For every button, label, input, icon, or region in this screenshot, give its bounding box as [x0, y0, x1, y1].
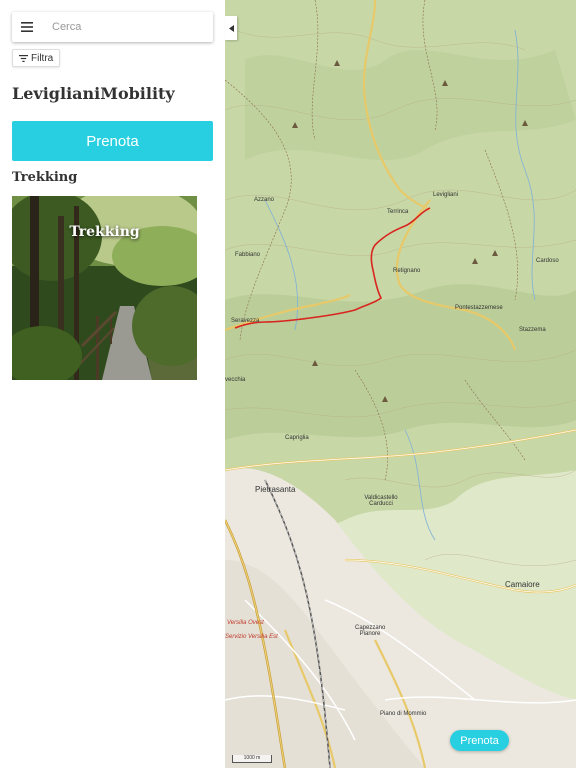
- place-capezzano: Capezzano Pianore: [355, 625, 386, 637]
- place-terrinca: Terrinca: [387, 209, 409, 215]
- place-versilia-est: Servizio Versilia Est: [225, 634, 278, 640]
- place-valdicastello: Valdicastello Carducci: [364, 495, 398, 507]
- book-button[interactable]: Prenota: [12, 121, 213, 161]
- place-piano-di-mommio: Piano di Mommio: [380, 711, 427, 717]
- caret-left-icon: [228, 24, 234, 32]
- place-fabbiano: Fabbiano: [235, 252, 261, 258]
- card-title: Trekking: [69, 224, 140, 240]
- search-input[interactable]: [50, 20, 204, 34]
- menu-button[interactable]: [12, 12, 42, 42]
- place-levigliani: Levigliani: [433, 192, 459, 198]
- map-view[interactable]: Levigliani Terrinca Azzano Fabbiano Reti…: [225, 0, 576, 768]
- search-bar: [12, 12, 213, 42]
- hamburger-icon: [21, 22, 33, 32]
- place-capriglia: Capriglia: [285, 435, 309, 441]
- map-scale: 1000 m: [232, 755, 272, 763]
- place-versilia-ovest: Versilia Ovest: [227, 620, 264, 626]
- collapse-sidebar-button[interactable]: [225, 16, 237, 40]
- place-retignano: Retignano: [393, 268, 421, 274]
- place-camaiore: Camaiore: [505, 580, 540, 589]
- place-pietrasanta: Pietrasanta: [255, 485, 296, 494]
- place-cardoso: Cardoso: [536, 258, 559, 264]
- map-tiles: [225, 0, 576, 768]
- book-fab-button[interactable]: Prenota: [450, 730, 509, 751]
- brand-title: LeviglianiMobility: [12, 84, 175, 103]
- section-title: Trekking: [12, 170, 78, 185]
- filter-button[interactable]: Filtra: [12, 49, 61, 67]
- place-stazzema: Stazzema: [519, 327, 546, 333]
- place-azzano: Azzano: [254, 197, 275, 203]
- sidebar: Filtra LeviglianiMobility Prenota Trekki…: [0, 0, 225, 768]
- filter-label: Filtra: [31, 52, 54, 64]
- place-pontestazzemese: Pontestazzemese: [455, 305, 503, 311]
- place-vecchia: vecchia: [225, 377, 246, 383]
- place-seravezza: Seravezza: [231, 318, 260, 324]
- trekking-card[interactable]: Trekking: [12, 196, 197, 380]
- filter-icon: [19, 54, 28, 62]
